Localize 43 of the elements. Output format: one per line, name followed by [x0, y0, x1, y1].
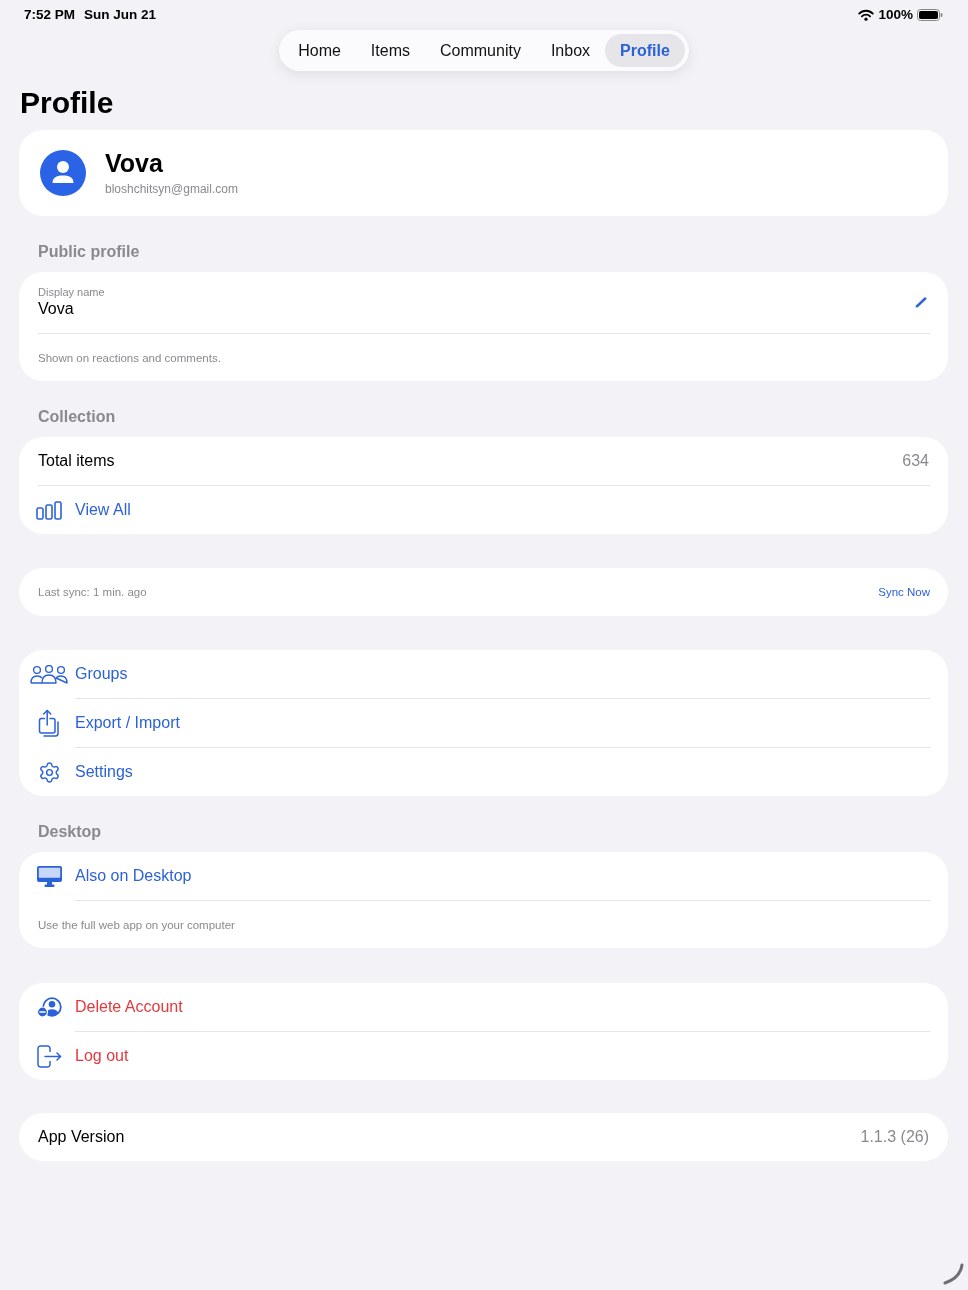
- pencil-icon: [914, 295, 928, 309]
- logout-icon: [36, 1044, 62, 1068]
- share-icon: [37, 709, 61, 737]
- battery-percent: 100%: [878, 7, 913, 23]
- row-label: App Version: [38, 1127, 125, 1147]
- tab[interactable]: Items: [355, 34, 425, 67]
- tab[interactable]: Profile: [605, 34, 685, 67]
- menu-item[interactable]: Export / Import: [19, 699, 948, 747]
- row-value: 1.1.3 (26): [860, 1127, 929, 1147]
- battery-icon: [917, 9, 943, 21]
- row-label: Total items: [38, 451, 115, 471]
- tab[interactable]: Home: [283, 34, 356, 67]
- row-value: 634: [902, 451, 929, 471]
- sync-status: Last sync: 1 min. ago: [38, 585, 147, 599]
- field-value: Vova: [38, 299, 75, 319]
- note-text: Shown on reactions and comments.: [37, 351, 222, 366]
- sync-now-button[interactable]: Sync Now: [878, 585, 930, 599]
- monitor-icon: [36, 865, 62, 887]
- menu-item[interactable]: Also on Desktop: [19, 852, 948, 900]
- wifi-icon: [858, 9, 875, 21]
- tab[interactable]: Inbox: [535, 34, 606, 67]
- section-header: Public profile: [38, 242, 141, 262]
- user-name: Vova: [105, 149, 164, 177]
- status-date: Sun Jun 21: [84, 7, 157, 23]
- section-header: Desktop: [38, 822, 103, 842]
- user-email: bloshchitsyn@gmail.com: [105, 181, 238, 197]
- menu-item[interactable]: Settings: [19, 748, 948, 796]
- people-icon: [30, 664, 68, 684]
- person-minus-icon: [36, 996, 62, 1018]
- status-time: 7:52 PM: [24, 7, 76, 23]
- bar-chart-icon: [36, 500, 62, 520]
- settings-icon: [37, 760, 61, 784]
- menu-item[interactable]: Log out: [19, 1032, 948, 1080]
- resize-handle-icon[interactable]: [942, 1263, 964, 1285]
- field-label: Display name: [38, 285, 105, 299]
- menu-item[interactable]: Groups: [19, 650, 948, 698]
- section-header: Collection: [38, 407, 117, 427]
- page-title: Profile: [20, 85, 115, 121]
- note-text: Use the full web app on your computer: [37, 918, 236, 933]
- menu-item[interactable]: Delete Account: [19, 983, 948, 1031]
- tab[interactable]: Community: [425, 34, 536, 67]
- menu-item[interactable]: View All: [19, 486, 948, 534]
- avatar-icon: [40, 150, 86, 196]
